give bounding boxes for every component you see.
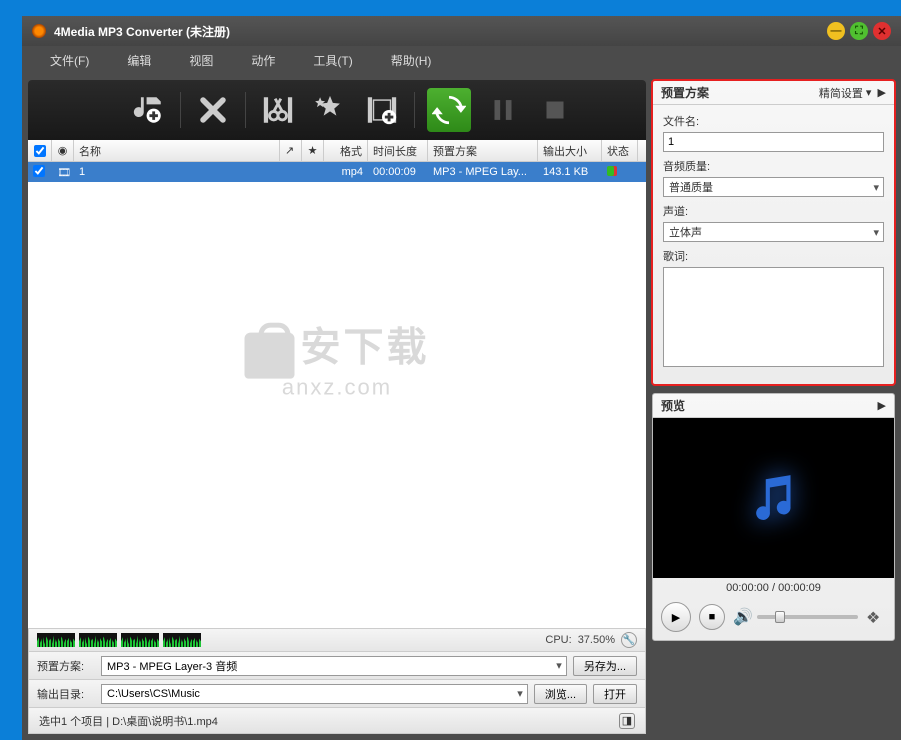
main-pane: ◉ 名称 ↗ ★ 格式 时间长度 预置方案 输出大小 状态 🎞 1 mp4 00… (22, 74, 652, 740)
list-header: ◉ 名称 ↗ ★ 格式 时间长度 预置方案 输出大小 状态 (28, 140, 646, 162)
cpu-waveform (37, 633, 201, 647)
music-note-icon (744, 471, 804, 526)
toolbar-divider (245, 92, 246, 128)
play-button[interactable]: ▶ (661, 602, 691, 632)
row-duration: 00:00:09 (368, 166, 428, 178)
menu-edit[interactable]: 编辑 (127, 52, 151, 69)
preset-title: 预置方案 (661, 84, 709, 101)
preview-timecode: 00:00:00 / 00:00:09 (653, 578, 894, 598)
side-pane: 预置方案 精简设置▾ ▶ 文件名: 音频质量: 普通质量 声道: 立体声 歌词:… (652, 74, 901, 740)
menu-help[interactable]: 帮助(H) (391, 52, 432, 69)
filename-input[interactable] (663, 132, 884, 152)
output-combo[interactable]: C:\Users\CS\Music (101, 684, 528, 704)
maximize-button[interactable]: ⛶ (850, 22, 868, 40)
watermark: 安下载 anxz.com (245, 314, 430, 401)
saveas-button[interactable]: 另存为... (573, 656, 637, 676)
delete-button[interactable] (193, 90, 233, 130)
volume-icon[interactable]: 🔊 (733, 607, 753, 627)
titlebar[interactable]: 4Media MP3 Converter (未注册) — ⛶ ✕ (22, 16, 901, 46)
add-profile-button[interactable] (362, 90, 402, 130)
cpu-value: 37.50% (578, 634, 615, 646)
add-file-button[interactable] (128, 90, 168, 130)
col-name[interactable]: 名称 (74, 140, 280, 161)
lyric-textarea[interactable] (663, 267, 884, 367)
channel-combo[interactable]: 立体声 (663, 222, 884, 242)
menu-tools[interactable]: 工具(T) (313, 52, 352, 69)
cpu-settings-button[interactable]: 🔧 (621, 632, 637, 648)
convert-button[interactable] (427, 88, 471, 132)
app-icon (32, 24, 46, 38)
col-playstate[interactable]: ◉ (52, 140, 74, 161)
clip-button[interactable] (258, 90, 298, 130)
lyric-label: 歌词: (663, 248, 884, 264)
preview-controls: ▶ ■ 🔊 ❖ (653, 598, 894, 640)
menu-action[interactable]: 动作 (251, 52, 275, 69)
col-size[interactable]: 输出大小 (538, 140, 602, 161)
quality-label: 音频质量: (663, 158, 884, 174)
preset-mode-toggle[interactable]: 精简设置▾ ▶ (819, 85, 886, 101)
menu-file[interactable]: 文件(F) (50, 52, 89, 69)
preview-expand-button[interactable]: ▶ (878, 399, 886, 412)
col-star[interactable]: ★ (302, 140, 324, 161)
statusbar: 选中1 个项目 | D:\桌面\说明书\1.mp4 ◨ (28, 708, 646, 734)
toolbar-divider (414, 92, 415, 128)
open-button[interactable]: 打开 (593, 684, 637, 704)
row-profile: MP3 - MPEG Lay... (428, 166, 538, 178)
volume-slider[interactable] (757, 615, 858, 619)
preview-title: 预览 (661, 397, 685, 414)
filename-label: 文件名: (663, 113, 884, 129)
row-status-icon (602, 166, 638, 179)
row-size: 143.1 KB (538, 166, 602, 178)
cpu-label: CPU: (545, 634, 571, 646)
col-format[interactable]: 格式 (324, 140, 368, 161)
close-button[interactable]: ✕ (873, 22, 891, 40)
menu-view[interactable]: 视图 (189, 52, 213, 69)
preset-panel: 预置方案 精简设置▾ ▶ 文件名: 音频质量: 普通质量 声道: 立体声 歌词: (652, 80, 895, 385)
file-list[interactable]: 🎞 1 mp4 00:00:09 MP3 - MPEG Lay... 143.1… (28, 162, 646, 628)
profile-row: 预置方案: MP3 - MPEG Layer-3 音频 另存为... (28, 652, 646, 680)
stop-button[interactable] (535, 90, 575, 130)
list-row[interactable]: 🎞 1 mp4 00:00:09 MP3 - MPEG Lay... 143.1… (28, 162, 646, 182)
cpu-bar: CPU: 37.50% 🔧 (28, 628, 646, 652)
profile-combo[interactable]: MP3 - MPEG Layer-3 音频 (101, 656, 567, 676)
row-name: 1 (74, 166, 280, 178)
pause-button[interactable] (483, 90, 523, 130)
browse-button[interactable]: 浏览... (534, 684, 587, 704)
profile-label: 预置方案: (37, 658, 95, 674)
row-checkbox[interactable] (33, 165, 45, 177)
col-profile[interactable]: 预置方案 (428, 140, 538, 161)
row-format: mp4 (324, 166, 368, 178)
stop-preview-button[interactable]: ■ (699, 604, 725, 630)
video-icon: 🎞 (52, 166, 74, 179)
effects-button[interactable] (310, 90, 350, 130)
col-duration[interactable]: 时间长度 (368, 140, 428, 161)
output-row: 输出目录: C:\Users\CS\Music 浏览... 打开 (28, 680, 646, 708)
toggle-panel-button[interactable]: ◨ (619, 713, 635, 729)
minimize-button[interactable]: — (827, 22, 845, 40)
col-sort[interactable]: ↗ (280, 140, 302, 161)
preview-screen[interactable] (653, 418, 894, 578)
menubar: 文件(F) 编辑 视图 动作 工具(T) 帮助(H) (22, 46, 901, 74)
app-window: 4Media MP3 Converter (未注册) — ⛶ ✕ 文件(F) 编… (22, 16, 901, 740)
snapshot-button[interactable]: ❖ (866, 608, 886, 626)
window-title: 4Media MP3 Converter (未注册) (54, 23, 230, 40)
col-checkall[interactable] (28, 140, 52, 161)
toolbar (28, 80, 646, 140)
col-status[interactable]: 状态 (602, 140, 638, 161)
status-text: 选中1 个项目 | D:\桌面\说明书\1.mp4 (39, 713, 218, 729)
toolbar-divider (180, 92, 181, 128)
channel-label: 声道: (663, 203, 884, 219)
output-label: 输出目录: (37, 686, 95, 702)
quality-combo[interactable]: 普通质量 (663, 177, 884, 197)
preview-panel: 预览 ▶ 00:00:00 / 00:00:09 ▶ ■ 🔊 ❖ (652, 393, 895, 641)
